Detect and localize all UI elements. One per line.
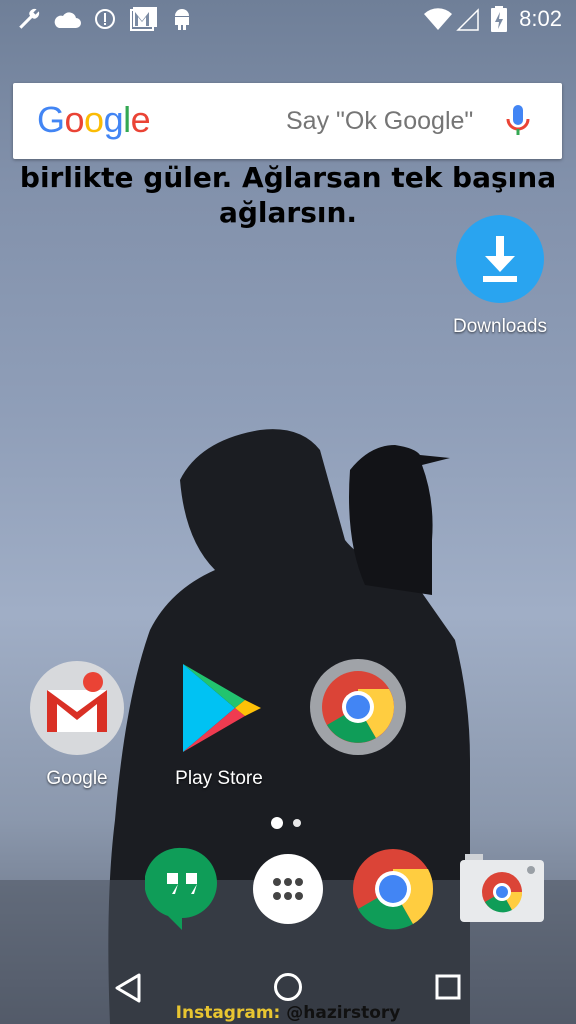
chrome-icon <box>353 849 434 930</box>
home-icon[interactable] <box>272 971 304 1003</box>
play-store-icon <box>183 664 261 752</box>
info-circle-icon <box>95 9 115 29</box>
camera-icon <box>460 854 544 922</box>
dock-hangouts[interactable] <box>144 846 219 936</box>
wrench-icon <box>19 8 40 29</box>
clock: 8:02 <box>519 6 562 31</box>
cloud-icon <box>54 12 81 28</box>
hangouts-icon <box>144 847 217 930</box>
app-downloads[interactable]: Downloads <box>448 214 552 338</box>
chrome-icon <box>310 659 406 755</box>
back-icon[interactable] <box>113 972 143 1004</box>
app-drawer-icon <box>253 854 323 924</box>
app-play-store[interactable]: Play Store <box>167 660 271 790</box>
instagram-watermark: Instagram: @hazirstory <box>0 1003 576 1023</box>
app-label: Downloads <box>453 316 547 337</box>
google-logo: Google <box>37 99 151 140</box>
page-indicator <box>271 817 301 829</box>
watermark-label: Instagram: <box>175 1003 281 1023</box>
app-label: Google <box>46 768 108 789</box>
search-hint: Say "Ok Google" <box>286 107 474 135</box>
app-chrome[interactable] <box>308 658 408 762</box>
microphone-icon[interactable] <box>504 103 532 139</box>
dock-app-drawer[interactable] <box>252 853 324 931</box>
dock-chrome[interactable] <box>352 848 434 936</box>
download-icon <box>456 215 544 303</box>
watermark-handle: @hazirstory <box>286 1003 401 1023</box>
google-search-bar[interactable]: Google Say "Ok Google" <box>13 83 562 159</box>
battery-charging-icon <box>491 6 507 32</box>
app-label: Play Store <box>175 768 263 789</box>
status-bar: 8:02 <box>0 0 576 40</box>
quote-line-1: birlikte güler. Ağlarsan tek başına <box>19 161 557 194</box>
android-icon <box>175 9 189 30</box>
cell-signal-icon <box>456 8 479 31</box>
dock-camera[interactable] <box>459 854 545 930</box>
recents-icon[interactable] <box>434 973 462 1001</box>
app-google-folder[interactable]: Google <box>27 660 127 790</box>
gallery-mail-icon <box>130 7 157 31</box>
wifi-icon <box>424 8 452 30</box>
gmail-icon <box>30 661 124 755</box>
